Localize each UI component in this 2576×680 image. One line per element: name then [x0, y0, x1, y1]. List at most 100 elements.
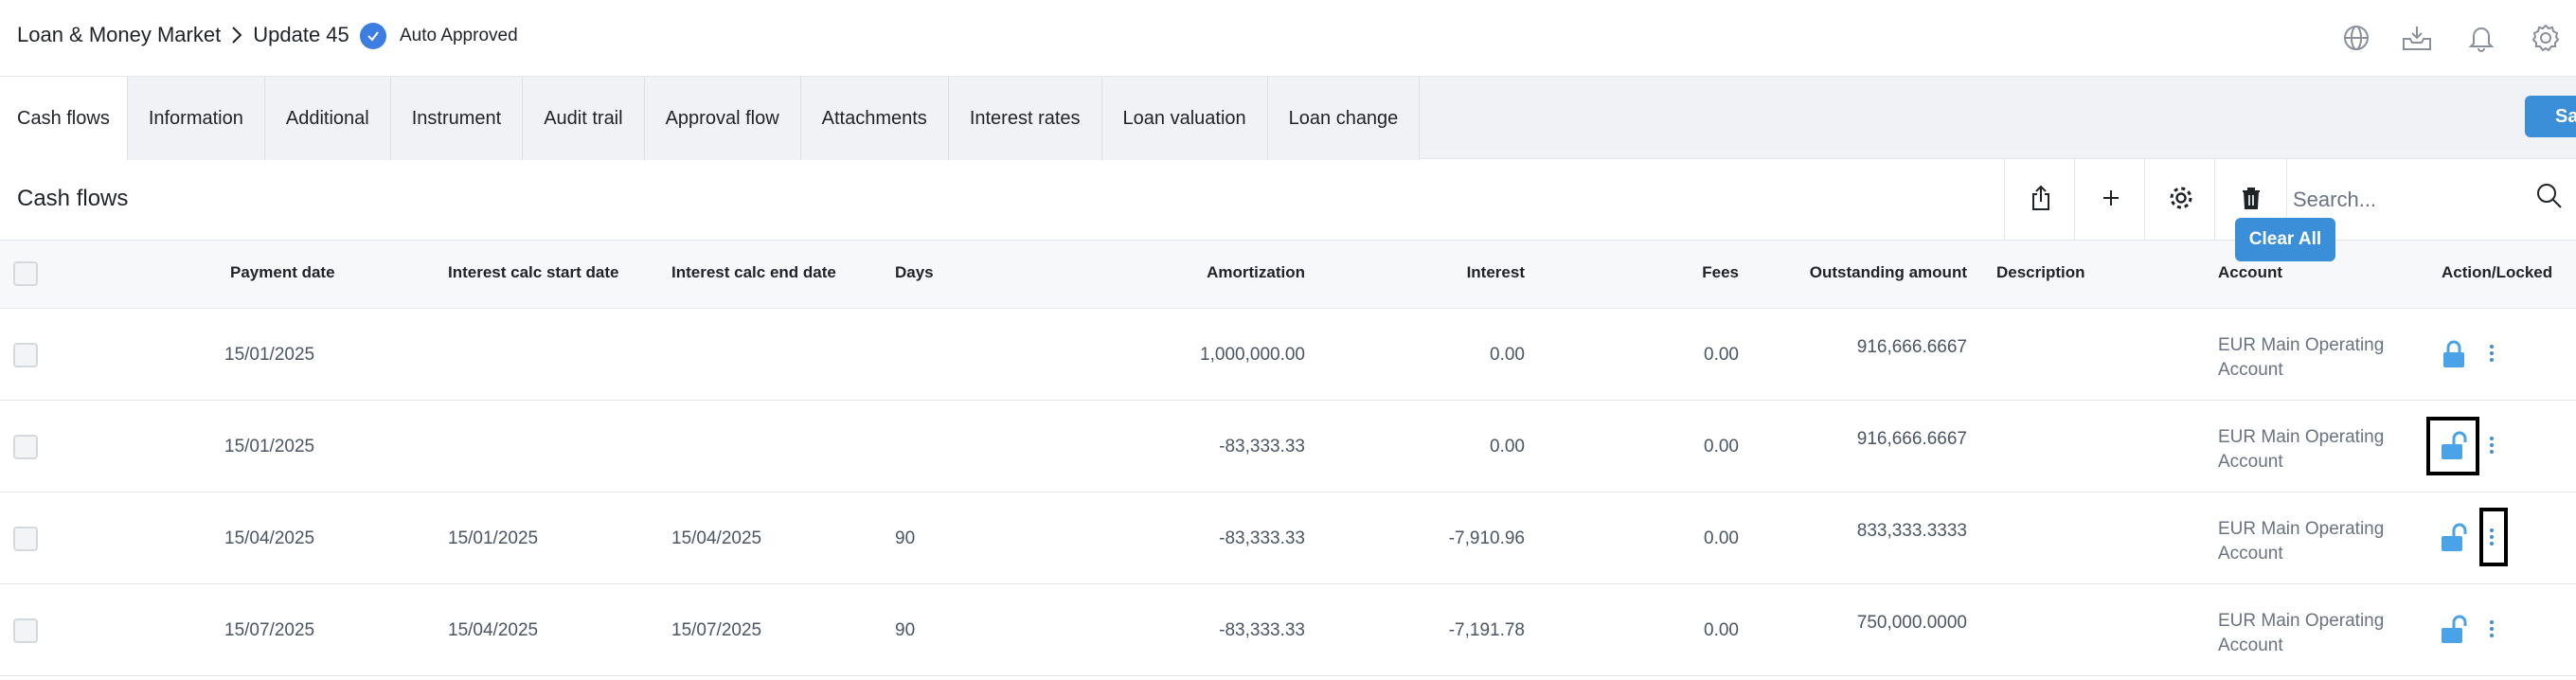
cell-amortization: -83,333.33 [1219, 620, 1305, 640]
cell-outstanding: 916,666.6667 [1856, 429, 1967, 449]
section-toolbar: Cash flows [0, 159, 2576, 241]
cell-calc-end: 15/07/2025 [671, 620, 762, 640]
table-header: Payment date Interest calc start date In… [0, 241, 2576, 309]
tab-attachments[interactable]: Attachments [800, 77, 949, 160]
cell-outstanding: 916,666.6667 [1856, 337, 1967, 357]
lock-open-icon[interactable] [2438, 613, 2470, 647]
col-description[interactable]: Description [1996, 263, 2085, 282]
share-icon [2030, 184, 2052, 217]
col-fees[interactable]: Fees [1702, 263, 1739, 282]
bell-icon[interactable] [2462, 19, 2500, 57]
top-bar: Loan & Money Market Update 45 Auto Appro… [0, 0, 2576, 76]
col-interest[interactable]: Interest [1467, 263, 1525, 282]
table-row[interactable]: 15/04/2025 15/01/2025 15/04/2025 90 -83,… [0, 492, 2576, 584]
tab-cash-flows[interactable]: Cash flows [0, 77, 128, 160]
col-outstanding[interactable]: Outstanding amount [1810, 263, 1967, 282]
row-menu-icon[interactable] [2485, 431, 2498, 459]
tab-loan-change[interactable]: Loan change [1267, 77, 1421, 160]
cell-days: 90 [895, 620, 916, 640]
breadcrumb: Loan & Money Market Update 45 [17, 23, 349, 47]
cell-interest: 0.00 [1490, 437, 1525, 456]
col-days[interactable]: Days [895, 263, 934, 282]
highlight-box [2426, 417, 2479, 475]
lock-open-icon[interactable] [2438, 521, 2470, 555]
col-account[interactable]: Account [2218, 263, 2282, 282]
cell-account: EUR Main Operating Account [2218, 609, 2407, 658]
table-row[interactable]: 15/01/2025 1,000,000.00 0.00 0.00 916,66… [0, 309, 2576, 401]
gear-icon[interactable] [2527, 19, 2565, 57]
tab-loan-valuation[interactable]: Loan valuation [1101, 77, 1268, 160]
chevron-right-icon [230, 25, 243, 45]
status-badge: Auto Approved [360, 23, 518, 49]
cell-fees: 0.00 [1704, 528, 1739, 548]
table-row[interactable]: 15/01/2025 -83,333.33 0.00 0.00 916,666.… [0, 401, 2576, 492]
cell-account: EUR Main Operating Account [2218, 333, 2407, 383]
row-checkbox[interactable] [13, 435, 38, 459]
cell-payment-date: 15/01/2025 [224, 345, 315, 365]
tab-bar: Cash flows Information Additional Instru… [0, 76, 2576, 160]
cell-amortization: 1,000,000.00 [1200, 345, 1305, 365]
section-title: Cash flows [17, 186, 129, 211]
clear-all-button[interactable]: Clear All [2235, 218, 2335, 261]
tab-audit-trail[interactable]: Audit trail [523, 77, 645, 160]
cell-interest: -7,191.78 [1448, 620, 1525, 640]
cell-account: EUR Main Operating Account [2218, 425, 2407, 474]
table-row[interactable]: 15/07/2025 15/04/2025 15/07/2025 90 -83,… [0, 584, 2576, 676]
cell-payment-date: 15/07/2025 [224, 620, 315, 640]
inbox-download-icon[interactable] [2398, 19, 2436, 57]
search-icon[interactable] [2535, 182, 2564, 215]
row-menu-icon[interactable] [2485, 339, 2498, 367]
search-input[interactable] [2293, 182, 2530, 218]
account-name-line2: Account [2218, 635, 2283, 655]
cell-payment-date: 15/04/2025 [224, 528, 315, 548]
account-name-line2: Account [2218, 544, 2283, 564]
status-text: Auto Approved [400, 26, 518, 45]
tab-approval-flow[interactable]: Approval flow [644, 77, 801, 160]
col-calc-start[interactable]: Interest calc start date [448, 263, 618, 282]
account-name-line1: EUR Main Operating [2218, 519, 2385, 539]
account-name-line1: EUR Main Operating [2218, 335, 2385, 355]
tab-interest-rates[interactable]: Interest rates [948, 77, 1102, 160]
account-name-line1: EUR Main Operating [2218, 427, 2385, 447]
cell-days: 90 [895, 528, 916, 548]
tab-information[interactable]: Information [127, 77, 265, 160]
settings-icon [2168, 185, 2194, 216]
plus-icon [2101, 188, 2121, 213]
add-button[interactable] [2074, 159, 2146, 241]
cell-fees: 0.00 [1704, 620, 1739, 640]
row-checkbox[interactable] [13, 618, 38, 643]
tab-instrument[interactable]: Instrument [390, 77, 524, 160]
settings-button[interactable] [2144, 159, 2216, 241]
trash-icon [2241, 186, 2262, 215]
select-all-checkbox[interactable] [13, 261, 38, 286]
col-payment-date[interactable]: Payment date [230, 263, 335, 282]
lock-closed-icon[interactable] [2438, 337, 2470, 371]
row-checkbox[interactable] [13, 527, 38, 551]
col-action-locked: Action/Locked [2442, 263, 2553, 281]
cell-calc-start: 15/01/2025 [448, 528, 539, 548]
cell-amortization: -83,333.33 [1219, 437, 1305, 456]
cell-payment-date: 15/01/2025 [224, 437, 315, 456]
tab-additional[interactable]: Additional [264, 77, 391, 160]
share-button[interactable] [2004, 159, 2076, 241]
breadcrumb-current: Update 45 [253, 23, 349, 46]
cell-amortization: -83,333.33 [1219, 528, 1305, 548]
cell-calc-start: 15/04/2025 [448, 620, 539, 640]
cell-outstanding: 833,333.3333 [1856, 521, 1967, 541]
row-menu-icon[interactable] [2485, 615, 2498, 643]
cell-account: EUR Main Operating Account [2218, 517, 2407, 566]
breadcrumb-parent[interactable]: Loan & Money Market [17, 23, 221, 47]
row-checkbox[interactable] [13, 343, 38, 367]
cell-calc-end: 15/04/2025 [671, 528, 762, 548]
globe-icon[interactable] [2337, 19, 2375, 57]
account-name-line2: Account [2218, 360, 2283, 380]
cell-interest: 0.00 [1490, 345, 1525, 365]
col-calc-end[interactable]: Interest calc end date [671, 263, 836, 282]
col-amortization[interactable]: Amortization [1207, 263, 1305, 282]
highlight-box [2479, 508, 2508, 566]
save-button[interactable]: Sa [2525, 96, 2576, 137]
cell-interest: -7,910.96 [1448, 528, 1525, 548]
cell-fees: 0.00 [1704, 345, 1739, 365]
tabs: Cash flows Information Additional Instru… [0, 77, 1421, 160]
account-name-line2: Account [2218, 452, 2283, 472]
